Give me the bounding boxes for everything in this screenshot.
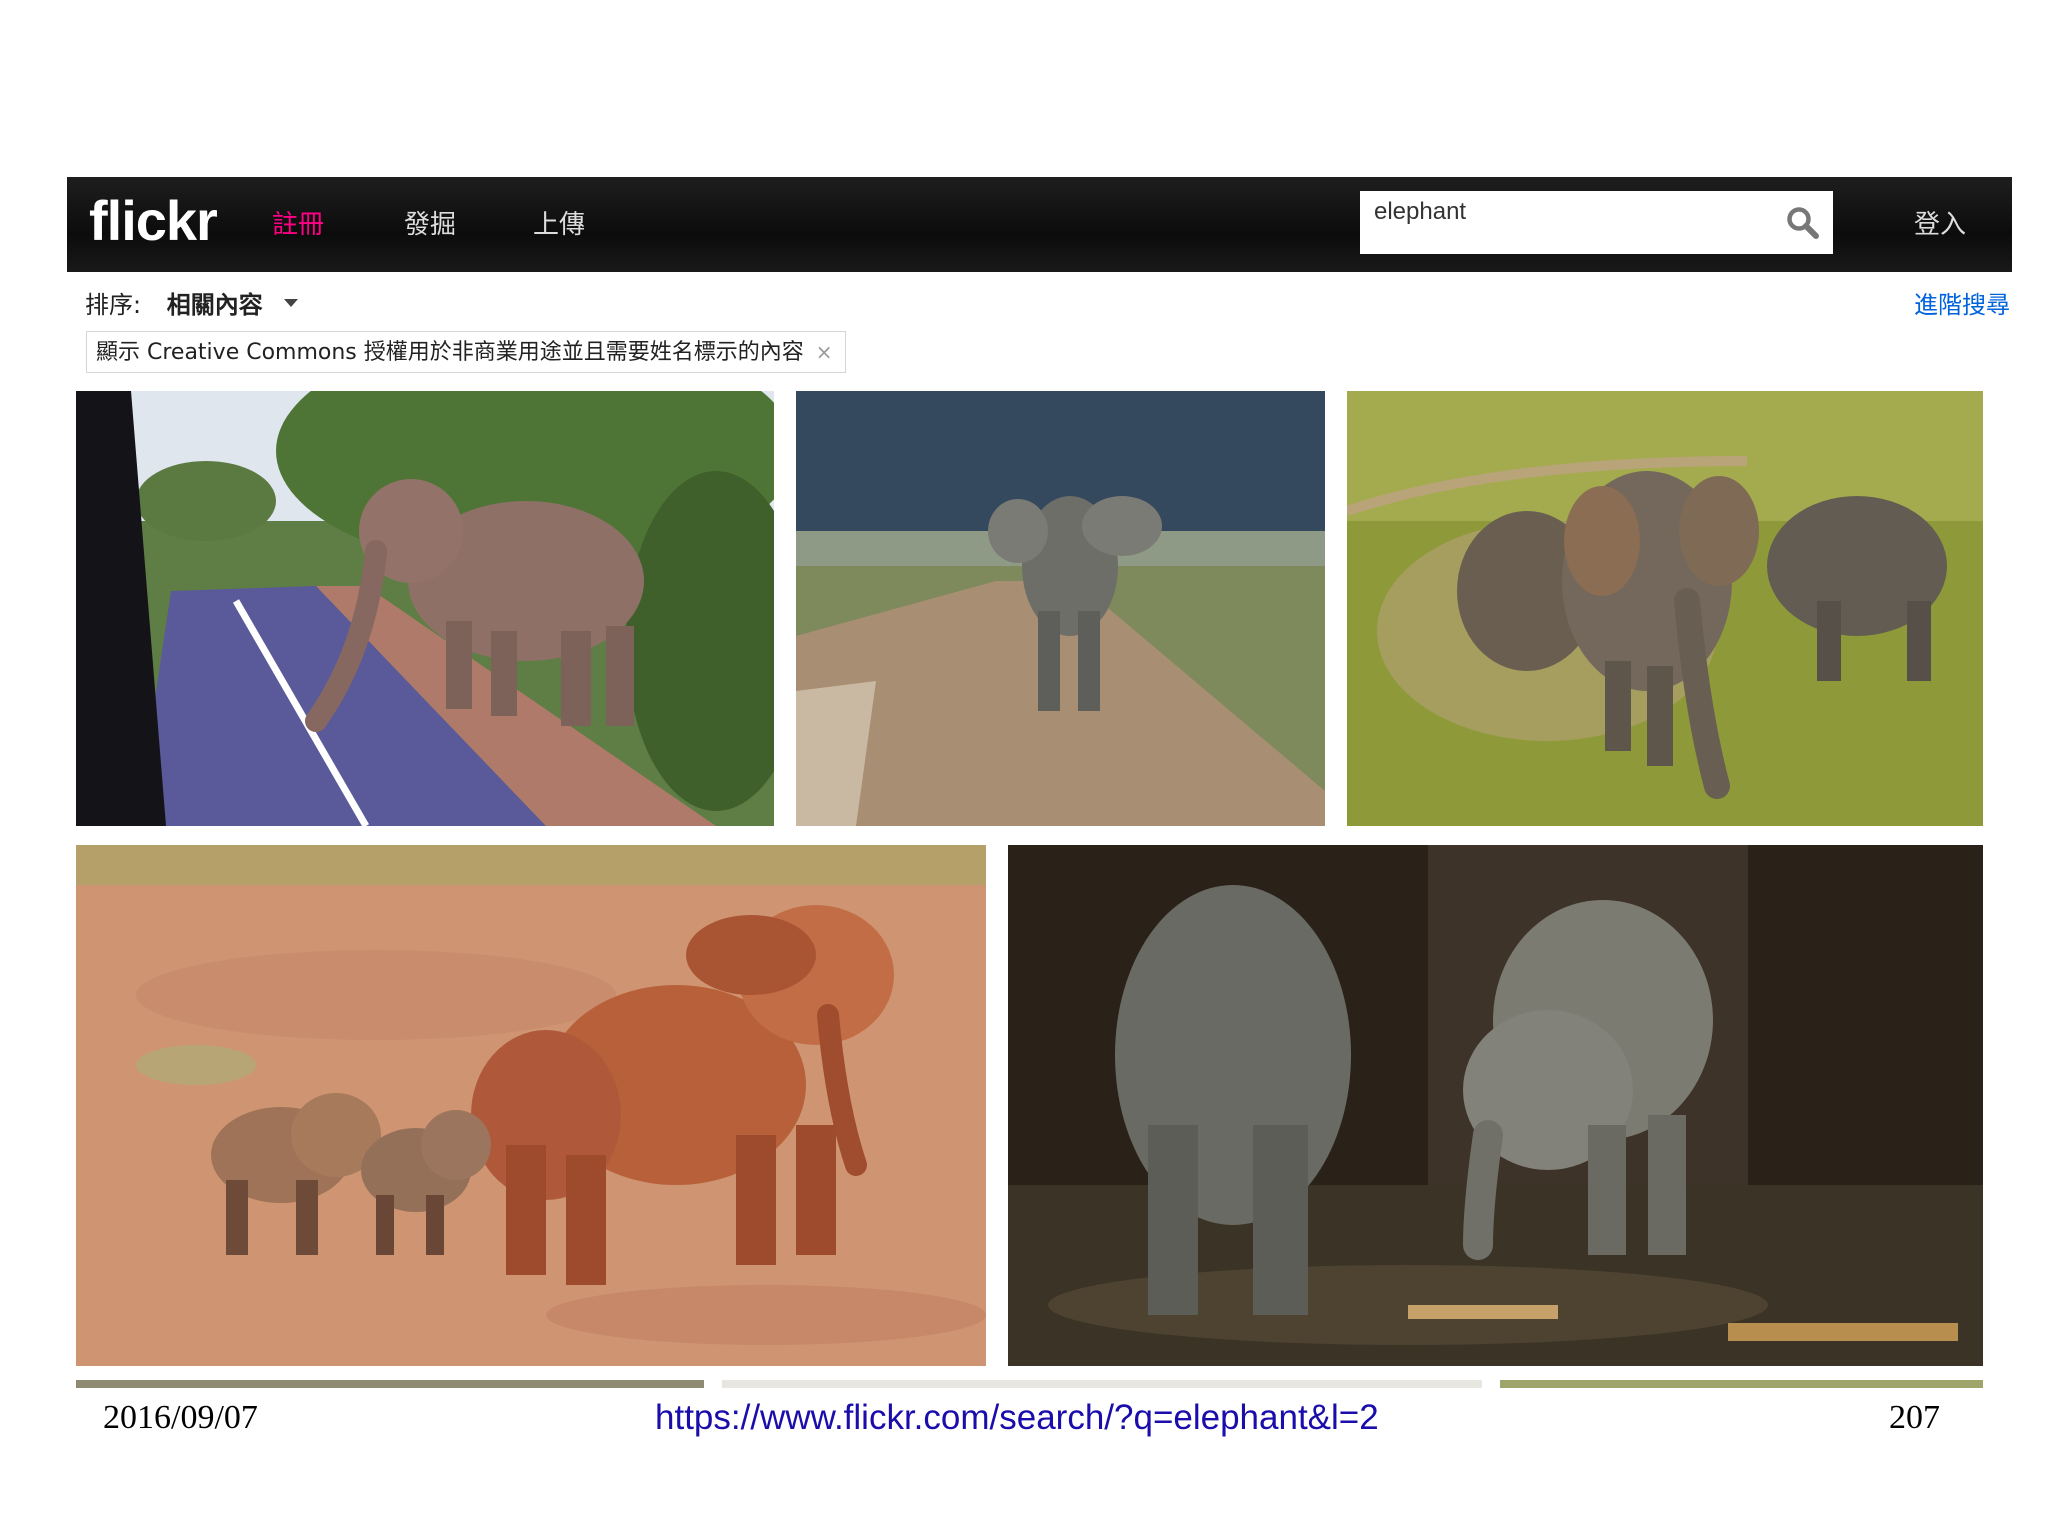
nav-signup-link[interactable]: 註冊: [272, 205, 324, 245]
nav-upload-link[interactable]: 上傳: [533, 205, 585, 245]
elephant-photo: [76, 391, 774, 826]
search-box: [1360, 191, 1833, 254]
elephant-photo: [76, 845, 986, 1366]
photo-tile[interactable]: [1008, 845, 1983, 1366]
sort-bar: 排序: 相關內容: [85, 287, 299, 323]
license-filter-chip: 顯示 Creative Commons 授權用於非商業用途並且需要姓名標示的內容…: [86, 331, 846, 373]
photo-tile[interactable]: [76, 845, 986, 1366]
flickr-logo[interactable]: flickr: [89, 191, 218, 251]
license-filter-label: 顯示 Creative Commons 授權用於非商業用途並且需要姓名標示的內容: [96, 340, 804, 365]
photo-row-peek: [76, 1380, 704, 1388]
advanced-search-link[interactable]: 進階搜尋: [1914, 287, 2010, 323]
photo-tile[interactable]: [1347, 391, 1983, 826]
close-icon[interactable]: ×: [816, 340, 833, 364]
sort-label: 排序:: [85, 291, 142, 319]
elephant-photo: [1008, 845, 1983, 1366]
photo-row-peek: [1500, 1380, 1983, 1388]
photo-tile[interactable]: [796, 391, 1325, 826]
photo-row-peek: [722, 1380, 1482, 1388]
elephant-photo: [1347, 391, 1983, 826]
source-url-link[interactable]: https://www.flickr.com/search/?q=elephan…: [655, 1395, 1379, 1441]
flickr-navbar: flickr 註冊 發掘 上傳 登入: [67, 177, 2012, 272]
slide-page-number: 207: [1889, 1399, 1940, 1436]
login-link[interactable]: 登入: [1914, 205, 1966, 245]
elephant-photo: [796, 391, 1325, 826]
photo-tile[interactable]: [76, 391, 774, 826]
chevron-down-icon[interactable]: [284, 299, 299, 307]
nav-explore-link[interactable]: 發掘: [404, 205, 456, 245]
search-input[interactable]: [1374, 195, 1774, 229]
sort-dropdown[interactable]: 相關內容: [167, 287, 263, 323]
search-icon[interactable]: [1785, 205, 1821, 241]
slide-date: 2016/09/07: [103, 1399, 258, 1436]
